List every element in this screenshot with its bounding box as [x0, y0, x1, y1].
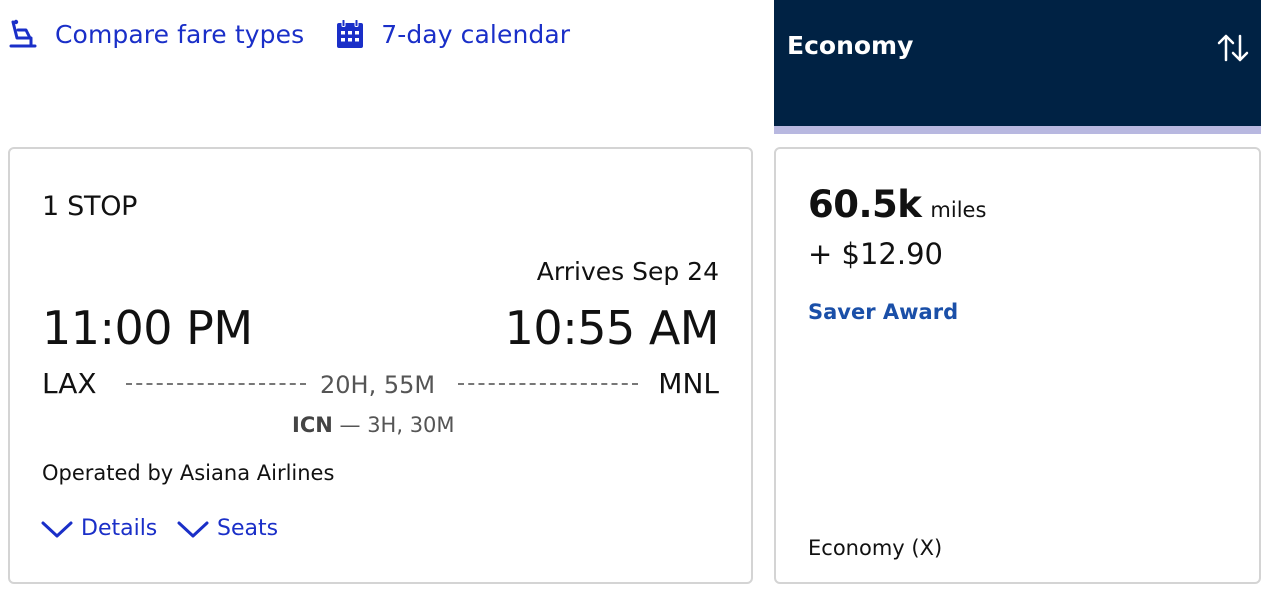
taxes-amount: + $12.90: [808, 237, 943, 271]
miles-unit: miles: [930, 198, 987, 222]
fare-column-header[interactable]: Economy: [774, 0, 1261, 126]
stops-label: 1 STOP: [42, 191, 138, 222]
details-label: Details: [81, 516, 158, 541]
seat-icon: [6, 16, 42, 52]
seats-label: Seats: [217, 516, 279, 541]
seven-day-calendar-link[interactable]: 7-day calendar: [332, 16, 570, 52]
award-type: Saver Award: [808, 300, 959, 324]
departure-time: 11:00 PM: [42, 301, 253, 355]
chevron-down-icon: [177, 521, 209, 537]
arrival-time: 10:55 AM: [504, 301, 720, 355]
fare-column-accent-bar: [774, 126, 1261, 134]
layover-airport: ICN: [292, 413, 333, 437]
route-line-right: [458, 383, 638, 385]
seats-toggle[interactable]: Seats: [176, 516, 278, 541]
fare-column-title: Economy: [787, 31, 914, 60]
layover-duration: 3H, 30M: [367, 413, 455, 437]
calendar-icon: [332, 16, 368, 52]
layover-info: ICN — 3H, 30M: [292, 413, 455, 437]
miles-price: 60.5k miles: [808, 183, 986, 226]
route-line-left: [126, 383, 306, 385]
origin-airport: LAX: [42, 367, 97, 400]
flight-duration: 20H, 55M: [320, 371, 436, 399]
compare-fare-types-link[interactable]: Compare fare types: [6, 16, 304, 52]
sort-icon[interactable]: [1215, 30, 1251, 66]
arrival-date: Arrives Sep 24: [536, 257, 719, 286]
chevron-down-icon: [41, 521, 73, 537]
operated-by: Operated by Asiana Airlines: [42, 461, 335, 485]
miles-amount: 60.5k: [808, 183, 922, 226]
toolbar: Compare fare types 7-day calendar: [6, 16, 570, 52]
destination-airport: MNL: [658, 367, 719, 400]
layover-separator: —: [339, 413, 361, 437]
compare-fare-types-label: Compare fare types: [55, 19, 305, 49]
economy-fare-option[interactable]: 60.5k miles + $12.90 Saver Award Economy…: [774, 147, 1261, 584]
cabin-class: Economy (X): [808, 536, 943, 560]
seven-day-calendar-label: 7-day calendar: [381, 19, 571, 49]
flight-card: 1 STOP Arrives Sep 24 11:00 PM 10:55 AM …: [8, 147, 753, 584]
details-toggle[interactable]: Details: [40, 516, 157, 541]
